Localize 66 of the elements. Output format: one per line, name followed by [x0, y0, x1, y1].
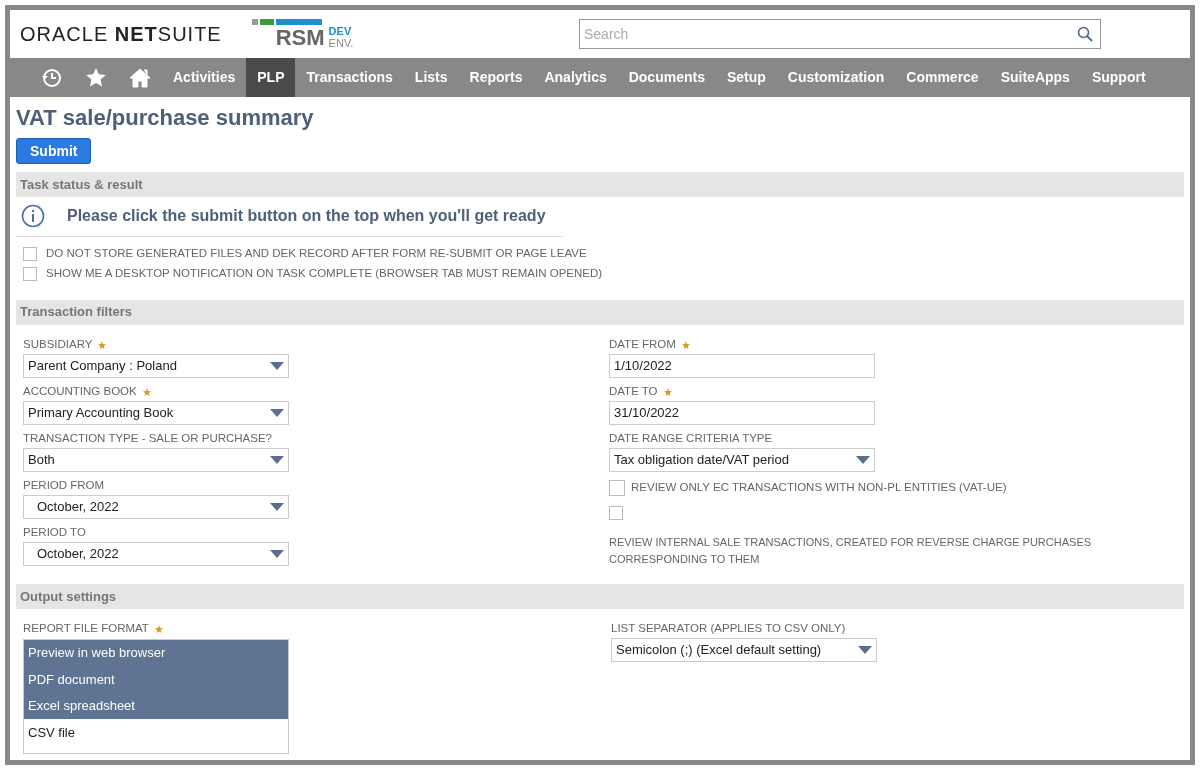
listbox-option[interactable]: Excel spreadsheet — [24, 692, 288, 720]
nav-tab[interactable]: Lists — [403, 58, 459, 97]
nav-tab[interactable]: Analytics — [533, 58, 618, 97]
nav-tab[interactable]: Documents — [617, 58, 716, 97]
nav-tab[interactable]: Support — [1080, 58, 1157, 97]
field-label: DATE FROM — [609, 336, 676, 352]
dropdown[interactable]: Parent Company : Poland — [23, 353, 289, 378]
field-label: DATE TO — [609, 383, 658, 399]
dropdown[interactable]: October, 2022 — [23, 494, 289, 519]
checkbox[interactable] — [609, 479, 625, 496]
search-field[interactable]: Search — [579, 19, 1101, 49]
listbox-option[interactable]: PDF document — [24, 666, 288, 693]
nav-tab[interactable]: Transactions — [295, 58, 404, 97]
page-title: VAT sale/purchase summary — [16, 105, 315, 131]
section-header: Transaction filters — [16, 299, 1184, 325]
dropdown-caret-icon[interactable] — [270, 408, 284, 417]
dropdown[interactable]: Tax obligation date/VAT period — [609, 447, 875, 472]
section-header: Output settings — [16, 583, 1184, 609]
home-icon[interactable] — [129, 66, 151, 89]
field-label: PERIOD FROM — [23, 477, 105, 493]
nav-tab[interactable]: Setup — [715, 58, 777, 97]
input-field[interactable]: 1/10/2022 — [609, 353, 875, 378]
field-label: REPORT FILE FORMAT — [23, 621, 149, 637]
checkbox-label: REVIEW INTERNAL SALE TRANSACTIONS, CREATED FOR REVERSE CHARGE PURCHASES CORRESPONDING TO THEM — [609, 534, 1093, 567]
listbox-option[interactable]: Preview in web browser — [24, 639, 288, 667]
dropdown-caret-icon[interactable] — [856, 455, 870, 464]
netsuite-logo[interactable]: ORACLE NETSUITE — [20, 19, 222, 49]
checkbox[interactable] — [23, 246, 37, 261]
star-icon[interactable] — [85, 66, 107, 89]
file-format-listbox[interactable]: Preview in web browser PDF document Excel spreadsheet CSV file — [23, 638, 289, 754]
nav-tab[interactable]: SuiteApps — [989, 58, 1081, 97]
brand-name: RSM — [275, 27, 325, 49]
submit-button[interactable]: Submit — [16, 138, 92, 164]
brand-tag: ENV. — [328, 37, 354, 49]
dropdown[interactable]: October, 2022 — [23, 541, 289, 566]
checkbox[interactable] — [609, 505, 623, 520]
field-label: TRANSACTION TYPE - SALE OR PURCHASE? — [23, 430, 272, 446]
nav-tab[interactable]: Commerce — [895, 58, 990, 97]
field-label: DATE RANGE CRITERIA TYPE — [609, 430, 773, 446]
dropdown[interactable]: Semicolon (;) (Excel default setting) — [611, 637, 877, 662]
dropdown-caret-icon[interactable] — [270, 502, 284, 511]
dropdown-caret-icon[interactable] — [270, 361, 284, 370]
field-label: SUBSIDIARY — [23, 336, 93, 352]
nav-tab[interactable]: PLP — [246, 58, 296, 97]
section-header: Task status & result — [16, 172, 1184, 197]
nav-tab[interactable]: Reports — [458, 58, 534, 97]
field-label: ACCOUNTING BOOK — [23, 383, 137, 399]
dropdown-caret-icon[interactable] — [270, 455, 284, 464]
dropdown[interactable]: Both — [23, 447, 289, 472]
info-icon — [21, 204, 45, 228]
checkbox-label: SHOW ME A DESKTOP NOTIFICATION ON TASK COMPLETE (BROWSER TAB MUST REMAIN OPENED) — [46, 266, 603, 282]
checkbox-label: DO NOT STORE GENERATED FILES AND DEK RECORD AFTER FORM RE-SUBMIT OR PAGE LEAVE — [46, 246, 587, 261]
field-label: LIST SEPARATOR (APPLIES TO CSV ONLY) — [611, 621, 846, 637]
checkbox-label: REVIEW ONLY EC TRANSACTIONS WITH NON-PL ENTITIES (VAT-UE) — [631, 479, 1007, 495]
input-field[interactable]: 31/10/2022 — [609, 400, 875, 425]
nav-tab[interactable]: Activities — [162, 58, 247, 97]
info-message: Please click the submit button on the top when you'll get ready — [67, 206, 546, 226]
field-label: PERIOD TO — [23, 524, 86, 540]
dropdown-caret-icon[interactable] — [270, 549, 284, 558]
search-icon[interactable] — [1077, 26, 1093, 42]
recent-icon[interactable] — [41, 66, 63, 89]
checkbox[interactable] — [23, 266, 37, 281]
dropdown-caret-icon[interactable] — [858, 645, 872, 654]
dropdown[interactable]: Primary Accounting Book — [23, 400, 289, 425]
nav-tab[interactable]: Customization — [776, 58, 896, 97]
brand-tag: DEV — [328, 25, 354, 37]
